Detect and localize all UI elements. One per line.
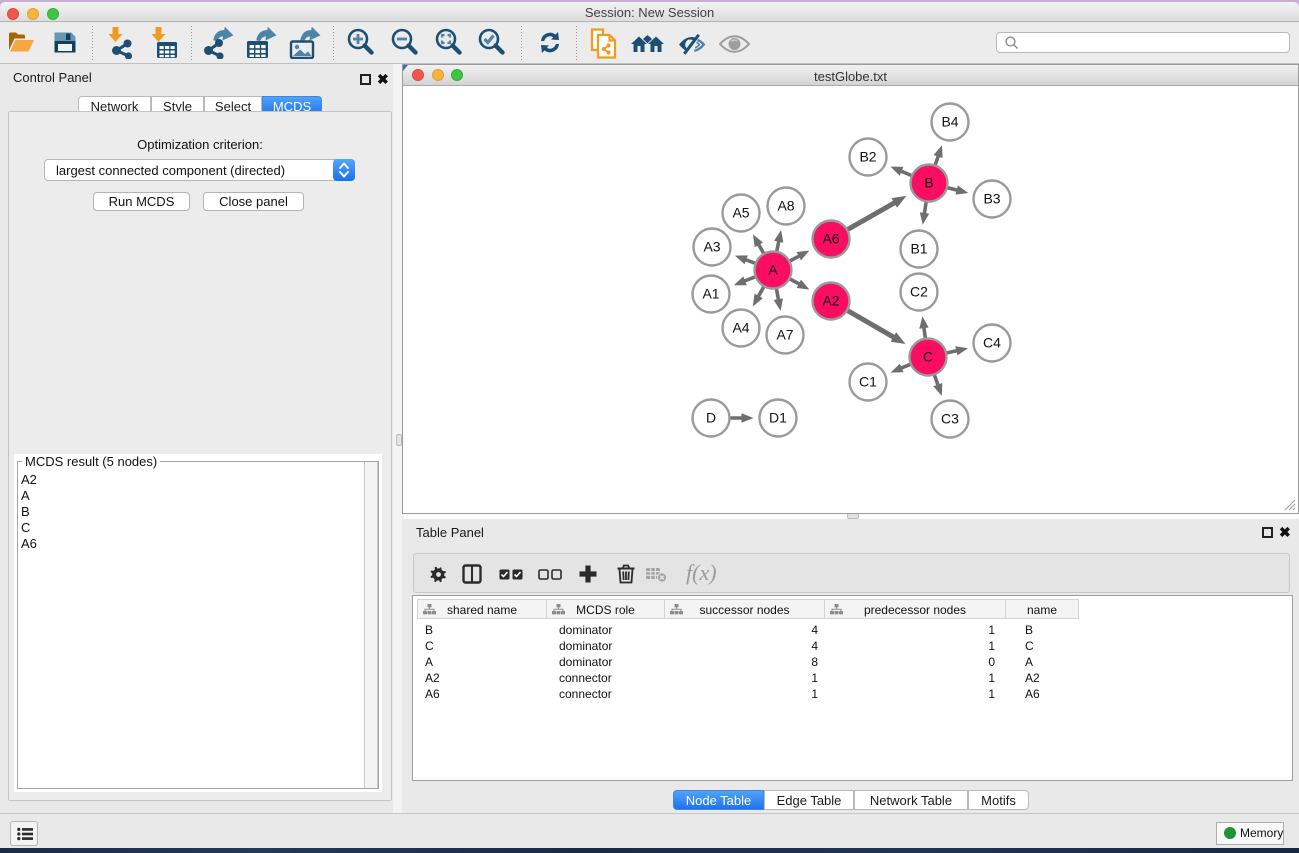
svg-text:B1: B1 bbox=[910, 241, 927, 257]
svg-text:A5: A5 bbox=[732, 205, 749, 221]
svg-text:B4: B4 bbox=[941, 114, 958, 130]
svg-text:C4: C4 bbox=[983, 335, 1001, 351]
svg-text:A2: A2 bbox=[822, 293, 839, 309]
svg-text:C1: C1 bbox=[859, 374, 877, 390]
svg-text:B: B bbox=[924, 175, 933, 191]
svg-text:A4: A4 bbox=[732, 320, 749, 336]
svg-text:C2: C2 bbox=[910, 284, 928, 300]
svg-text:C3: C3 bbox=[941, 411, 959, 427]
svg-text:B3: B3 bbox=[983, 191, 1000, 207]
svg-text:A6: A6 bbox=[822, 231, 839, 247]
svg-text:B2: B2 bbox=[859, 149, 876, 165]
svg-text:C: C bbox=[923, 349, 933, 365]
svg-text:A1: A1 bbox=[702, 286, 719, 302]
svg-text:A7: A7 bbox=[776, 327, 793, 343]
svg-text:D1: D1 bbox=[769, 410, 787, 426]
svg-text:A3: A3 bbox=[703, 239, 720, 255]
svg-text:A8: A8 bbox=[777, 198, 794, 214]
svg-text:D: D bbox=[706, 410, 716, 426]
svg-text:A: A bbox=[768, 262, 778, 278]
